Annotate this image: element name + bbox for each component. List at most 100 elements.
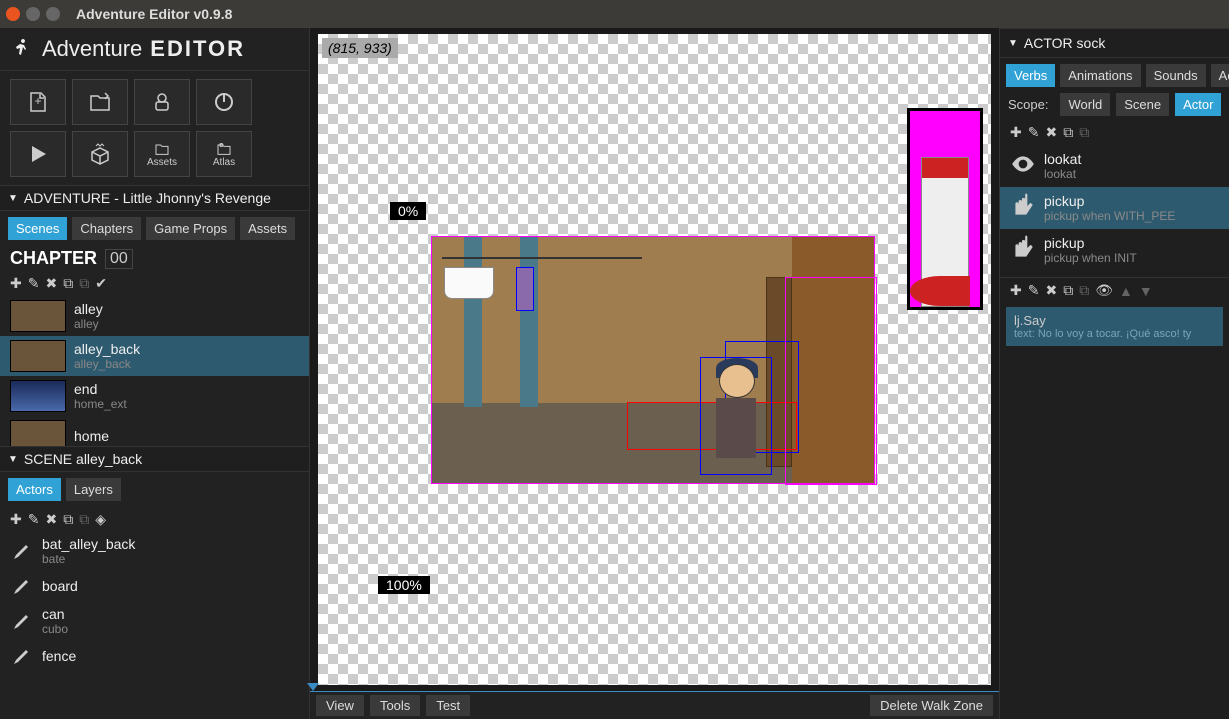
brush-icon: [10, 644, 34, 668]
verb-name: pickup: [1044, 193, 1175, 209]
delete-walkzone-button[interactable]: Delete Walk Zone: [870, 695, 993, 716]
svg-text:+: +: [34, 94, 41, 108]
copy-icon[interactable]: ⧉: [1063, 282, 1073, 299]
window-title: Adventure Editor v0.9.8: [76, 6, 232, 22]
view-menu[interactable]: View: [316, 695, 364, 716]
device-button[interactable]: [134, 79, 190, 125]
selection-bbox[interactable]: [785, 277, 877, 485]
play-button[interactable]: [10, 131, 66, 177]
delete-icon[interactable]: ✖: [1045, 124, 1057, 141]
atlas-button[interactable]: +Atlas: [196, 131, 252, 177]
underwear-sprite[interactable]: [444, 267, 494, 299]
action-item[interactable]: lj.Say text: No lo voy a tocar. ¡Qué asc…: [1006, 307, 1223, 346]
verb-tools: ✚ ✎ ✖ ⧉ ⧉: [1000, 120, 1229, 145]
actor-item[interactable]: bat_alley_backbate: [0, 532, 309, 570]
character-sprite[interactable]: [700, 357, 772, 475]
close-window-icon[interactable]: [6, 7, 20, 21]
adventure-title: ADVENTURE - Little Jhonny's Revenge: [24, 190, 271, 206]
gem-icon[interactable]: ◈: [95, 511, 106, 528]
scene-item-alley[interactable]: alleyalley: [0, 296, 309, 336]
tab-layers[interactable]: Layers: [66, 478, 121, 501]
logo-text-2: EDITOR: [150, 36, 245, 62]
scene-item-end[interactable]: endhome_ext: [0, 376, 309, 416]
actor-item[interactable]: fence: [0, 640, 309, 672]
adventure-tabs: Scenes Chapters Game Props Assets: [0, 211, 309, 246]
tab-sounds[interactable]: Sounds: [1146, 64, 1206, 87]
left-panel: Adventure EDITOR + Assets +Atlas ▼ ADVEN…: [0, 28, 310, 719]
add-icon[interactable]: ✚: [10, 275, 22, 292]
pipe-graphic: [464, 237, 482, 407]
verb-item-pickup-init[interactable]: pickuppickup when INIT: [1000, 229, 1229, 271]
maximize-window-icon[interactable]: [46, 7, 60, 21]
edit-icon[interactable]: ✎: [1028, 124, 1040, 141]
package-button[interactable]: [72, 131, 128, 177]
up-icon[interactable]: ▲: [1119, 283, 1133, 299]
tab-gameprops[interactable]: Game Props: [146, 217, 235, 240]
edit-icon[interactable]: ✎: [1028, 282, 1040, 299]
add-icon[interactable]: ✚: [1010, 124, 1022, 141]
tab-assets[interactable]: Assets: [240, 217, 295, 240]
down-icon[interactable]: ▼: [1139, 283, 1153, 299]
scene-thumb: [10, 340, 66, 372]
power-button[interactable]: [196, 79, 252, 125]
actor-item[interactable]: cancubo: [0, 602, 309, 640]
paste-icon[interactable]: ⧉: [1079, 124, 1089, 141]
add-icon[interactable]: ✚: [1010, 282, 1022, 299]
hand-icon: [1010, 235, 1036, 261]
scene-viewport[interactable]: (815, 933) 0% 100%: [318, 34, 991, 685]
sock-sprite[interactable]: [516, 267, 534, 311]
scope-world[interactable]: World: [1060, 93, 1110, 116]
tab-actors[interactable]: Actors: [8, 478, 61, 501]
actor-panel-header[interactable]: ▼ ACTOR sock: [1000, 28, 1229, 58]
delete-icon[interactable]: ✖: [45, 511, 57, 528]
resize-handle-icon[interactable]: [307, 683, 319, 691]
tab-scenes[interactable]: Scenes: [8, 217, 67, 240]
scene-item-home[interactable]: home: [0, 416, 309, 446]
edit-icon[interactable]: ✎: [28, 511, 40, 528]
scene-thumb: [10, 420, 66, 446]
scope-scene[interactable]: Scene: [1116, 93, 1169, 116]
tab-chapters[interactable]: Chapters: [72, 217, 141, 240]
verb-item-lookat[interactable]: lookatlookat: [1000, 145, 1229, 187]
tools-menu[interactable]: Tools: [370, 695, 420, 716]
viewport-bottombar: View Tools Test Delete Walk Zone: [310, 691, 999, 719]
adventure-header[interactable]: ▼ ADVENTURE - Little Jhonny's Revenge: [0, 185, 309, 211]
chapter-number[interactable]: 00: [105, 249, 133, 269]
eye-icon: [1010, 151, 1036, 177]
actor-list[interactable]: bat_alley_backbate board cancubo fence: [0, 532, 309, 719]
verb-sub: pickup when INIT: [1044, 251, 1137, 265]
copy-icon[interactable]: ⧉: [1063, 124, 1073, 141]
copy-icon[interactable]: ⧉: [63, 275, 73, 292]
delete-icon[interactable]: ✖: [1045, 282, 1057, 299]
test-menu[interactable]: Test: [426, 695, 470, 716]
tab-ac[interactable]: Ac: [1211, 64, 1229, 87]
verb-item-pickup[interactable]: pickuppickup when WITH_PEE: [1000, 187, 1229, 229]
scope-actor[interactable]: Actor: [1175, 93, 1221, 116]
new-button[interactable]: +: [10, 79, 66, 125]
paste-icon[interactable]: ⧉: [79, 511, 89, 528]
tab-animations[interactable]: Animations: [1060, 64, 1140, 87]
copy-icon[interactable]: ⧉: [63, 511, 73, 528]
scene-canvas[interactable]: [431, 236, 875, 484]
scene-name: home: [74, 428, 109, 444]
delete-icon[interactable]: ✖: [45, 275, 57, 292]
scene-section-header[interactable]: ▼ SCENE alley_back: [0, 446, 309, 472]
add-icon[interactable]: ✚: [10, 511, 22, 528]
assets-button[interactable]: Assets: [134, 131, 190, 177]
scene-name: end: [74, 381, 127, 397]
scene-list[interactable]: alleyalley alley_backalley_back endhome_…: [0, 296, 309, 446]
paste-icon[interactable]: ⧉: [1079, 282, 1089, 299]
open-button[interactable]: [72, 79, 128, 125]
sock-graphic: [921, 157, 969, 307]
actor-item[interactable]: board: [0, 570, 309, 602]
check-icon[interactable]: ✔: [95, 275, 107, 292]
visibility-icon[interactable]: 👁: [1095, 282, 1113, 299]
verb-sub: pickup when WITH_PEE: [1044, 209, 1175, 223]
scene-item-alley-back[interactable]: alley_backalley_back: [0, 336, 309, 376]
paste-icon[interactable]: ⧉: [79, 275, 89, 292]
titlebar: Adventure Editor v0.9.8: [0, 0, 1229, 28]
tab-verbs[interactable]: Verbs: [1006, 64, 1055, 87]
minimize-window-icon[interactable]: [26, 7, 40, 21]
verb-name: pickup: [1044, 235, 1137, 251]
edit-icon[interactable]: ✎: [28, 275, 40, 292]
